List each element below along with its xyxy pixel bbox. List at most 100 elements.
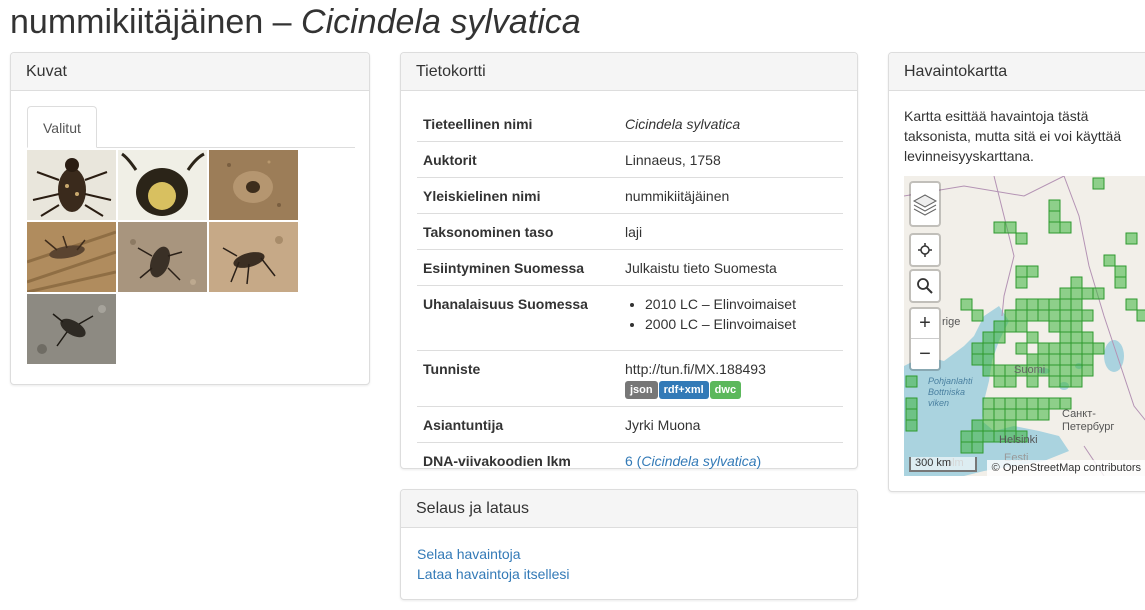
observation-grid-cell[interactable] [1070, 287, 1083, 300]
observation-grid-cell[interactable] [1136, 309, 1145, 322]
observation-grid-cell[interactable] [1048, 298, 1061, 311]
map-attribution[interactable]: © OpenStreetMap contributors [986, 460, 1145, 476]
dna-barcode-link[interactable]: 6 (Cicindela sylvatica) [625, 453, 761, 469]
observation-grid-cell[interactable] [1059, 298, 1072, 311]
observation-grid-cell[interactable] [971, 419, 984, 432]
beetle-photo-4[interactable] [27, 222, 116, 292]
observation-grid-cell[interactable] [1026, 298, 1039, 311]
observation-grid-cell[interactable] [971, 309, 984, 322]
observation-grid-cell[interactable] [1092, 177, 1105, 190]
observation-grid-cell[interactable] [905, 419, 918, 432]
burrow-photo[interactable] [209, 150, 298, 220]
observation-grid-cell[interactable] [905, 375, 918, 388]
observation-grid-cell[interactable] [1026, 397, 1039, 410]
observation-grid-cell[interactable] [1048, 210, 1061, 223]
zoom-out-button[interactable]: − [911, 339, 939, 369]
observation-grid-cell[interactable] [982, 408, 995, 421]
observation-grid-cell[interactable] [993, 375, 1006, 388]
observation-grid-cell[interactable] [1059, 364, 1072, 377]
observation-grid-cell[interactable] [1059, 221, 1072, 234]
observation-grid-cell[interactable] [1048, 375, 1061, 388]
observation-grid-cell[interactable] [993, 364, 1006, 377]
observation-grid-cell[interactable] [993, 397, 1006, 410]
observation-grid-cell[interactable] [982, 419, 995, 432]
observation-grid-cell[interactable] [982, 331, 995, 344]
observation-grid-cell[interactable] [1103, 254, 1116, 267]
observation-grid-cell[interactable] [1037, 408, 1050, 421]
observation-grid-cell[interactable] [1070, 353, 1083, 366]
observation-grid-cell[interactable] [1015, 232, 1028, 245]
observation-grid-cell[interactable] [1015, 408, 1028, 421]
observation-grid-cell[interactable] [1048, 221, 1061, 234]
observation-grid-cell[interactable] [1037, 298, 1050, 311]
observation-grid-cell[interactable] [1048, 364, 1061, 377]
layers-icon[interactable] [911, 183, 939, 225]
observation-grid-cell[interactable] [1081, 309, 1094, 322]
tab-valitut[interactable]: Valitut [27, 106, 97, 148]
observation-grid-cell[interactable] [1070, 276, 1083, 289]
observation-grid-cell[interactable] [1070, 298, 1083, 311]
observation-grid-cell[interactable] [971, 430, 984, 443]
observation-grid-cell[interactable] [1059, 309, 1072, 322]
observation-grid-cell[interactable] [1004, 419, 1017, 432]
json-badge[interactable]: json [625, 381, 658, 399]
observation-grid-cell[interactable] [1059, 375, 1072, 388]
observation-grid-cell[interactable] [960, 298, 973, 311]
observation-grid-cell[interactable] [982, 353, 995, 366]
observation-grid-cell[interactable] [1015, 397, 1028, 410]
observation-grid-cell[interactable] [1015, 298, 1028, 311]
observation-grid-cell[interactable] [1015, 320, 1028, 333]
observation-grid-cell[interactable] [1026, 331, 1039, 344]
observation-grid-cell[interactable] [960, 441, 973, 454]
observation-grid-cell[interactable] [1004, 408, 1017, 421]
observation-grid-cell[interactable] [1048, 199, 1061, 212]
observation-grid-cell[interactable] [1026, 375, 1039, 388]
observation-grid-cell[interactable] [1081, 364, 1094, 377]
observation-grid-cell[interactable] [1125, 232, 1138, 245]
observation-grid-cell[interactable] [1059, 342, 1072, 355]
observation-grid-cell[interactable] [982, 397, 995, 410]
beetle-photo-5[interactable] [118, 222, 207, 292]
observation-grid-cell[interactable] [1059, 331, 1072, 344]
dwc-badge[interactable]: dwc [709, 381, 742, 399]
observation-grid-cell[interactable] [993, 419, 1006, 432]
observation-grid-cell[interactable] [1070, 331, 1083, 344]
observation-grid-cell[interactable] [971, 342, 984, 355]
observation-grid-cell[interactable] [1048, 342, 1061, 355]
crosshair-icon[interactable] [911, 235, 939, 265]
observation-grid-cell[interactable] [1070, 375, 1083, 388]
beetle-photo-2[interactable] [118, 150, 207, 220]
locate-control[interactable] [909, 233, 941, 267]
beetle-photo-6[interactable] [209, 222, 298, 292]
search-icon[interactable] [911, 271, 939, 301]
browse-observations-link[interactable]: Selaa havaintoja [417, 546, 521, 562]
observation-grid-cell[interactable] [1048, 309, 1061, 322]
observation-grid-cell[interactable] [1015, 265, 1028, 278]
search-control[interactable] [909, 269, 941, 303]
observation-grid-cell[interactable] [1026, 408, 1039, 421]
observation-grid-cell[interactable] [1092, 342, 1105, 355]
observation-grid-cell[interactable] [1070, 342, 1083, 355]
layers-control[interactable] [909, 181, 941, 227]
observation-grid-cell[interactable] [1037, 342, 1050, 355]
observation-grid-cell[interactable] [993, 221, 1006, 234]
observation-grid-cell[interactable] [1004, 397, 1017, 410]
observation-grid-cell[interactable] [1037, 397, 1050, 410]
observation-grid-cell[interactable] [1059, 353, 1072, 366]
observation-grid-cell[interactable] [1081, 342, 1094, 355]
observation-grid-cell[interactable] [1015, 276, 1028, 289]
observation-grid-cell[interactable] [982, 364, 995, 377]
observation-grid-cell[interactable] [1048, 353, 1061, 366]
observation-grid-cell[interactable] [1081, 353, 1094, 366]
observation-grid-cell[interactable] [1004, 221, 1017, 234]
observation-grid-cell[interactable] [1081, 331, 1094, 344]
observation-grid-cell[interactable] [1125, 298, 1138, 311]
observation-grid-cell[interactable] [993, 320, 1006, 333]
observation-grid-cell[interactable] [905, 408, 918, 421]
download-observations-link[interactable]: Lataa havaintoja itsellesi [417, 566, 570, 582]
observation-grid-cell[interactable] [1070, 364, 1083, 377]
observation-grid-cell[interactable] [905, 397, 918, 410]
observation-grid-cell[interactable] [1015, 309, 1028, 322]
beetle-photo-1[interactable] [27, 150, 116, 220]
observation-grid-cell[interactable] [982, 342, 995, 355]
